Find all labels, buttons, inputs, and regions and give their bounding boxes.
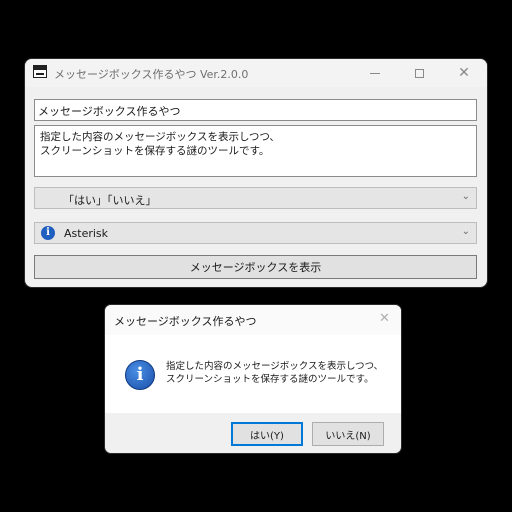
icon-select-value: Asterisk: [64, 227, 109, 240]
main-window: メッセージボックス作るやつ Ver.2.0.0 ✕ メッセージボックス作るやつ …: [25, 59, 487, 287]
minimize-button[interactable]: [352, 59, 398, 87]
maximize-button[interactable]: [396, 59, 442, 87]
close-button[interactable]: ✕: [441, 59, 487, 87]
app-icon: [33, 65, 47, 78]
dialog-title-bar[interactable]: メッセージボックス作るやつ ✕: [105, 305, 401, 335]
dialog-close-icon[interactable]: ✕: [379, 311, 390, 326]
info-icon: i: [41, 226, 55, 240]
yes-button[interactable]: はい(Y): [231, 422, 303, 446]
show-message-box-button[interactable]: メッセージボックスを表示: [34, 255, 477, 279]
message-textarea[interactable]: 指定した内容のメッセージボックスを表示しつつ、 スクリーンショットを保存する謎の…: [34, 125, 477, 177]
chevron-down-icon: ⌄: [461, 191, 470, 202]
title-bar[interactable]: メッセージボックス作るやつ Ver.2.0.0 ✕: [25, 59, 487, 87]
title-input[interactable]: メッセージボックス作るやつ: [34, 99, 477, 121]
message-line: 指定した内容のメッセージボックスを表示しつつ、: [40, 131, 280, 143]
dialog-title: メッセージボックス作るやつ: [114, 315, 257, 328]
close-icon: ✕: [458, 65, 470, 81]
icon-select[interactable]: i Asterisk ⌄: [34, 222, 477, 244]
dialog-message: 指定した内容のメッセージボックスを表示しつつ、 スクリーンショットを保存する謎の…: [166, 360, 383, 386]
buttons-select[interactable]: 「はい」「いいえ」 ⌄: [34, 187, 477, 209]
info-icon: i: [125, 360, 155, 390]
dialog-message-line: 指定した内容のメッセージボックスを表示しつつ、: [166, 361, 384, 372]
buttons-select-value: 「はい」「いいえ」: [63, 194, 157, 207]
dialog-body: i 指定した内容のメッセージボックスを表示しつつ、 スクリーンショットを保存する…: [105, 335, 401, 413]
message-line: スクリーンショットを保存する謎のツールです。: [40, 145, 270, 157]
message-box-dialog: メッセージボックス作るやつ ✕ i 指定した内容のメッセージボックスを表示しつつ…: [105, 305, 401, 453]
no-button[interactable]: いいえ(N): [312, 422, 384, 446]
window-title: メッセージボックス作るやつ Ver.2.0.0: [54, 68, 249, 81]
maximize-icon: [414, 68, 424, 78]
dialog-message-line: スクリーンショットを保存する謎のツールです。: [166, 374, 374, 385]
minimize-icon: [370, 72, 380, 74]
chevron-down-icon: ⌄: [461, 226, 470, 237]
